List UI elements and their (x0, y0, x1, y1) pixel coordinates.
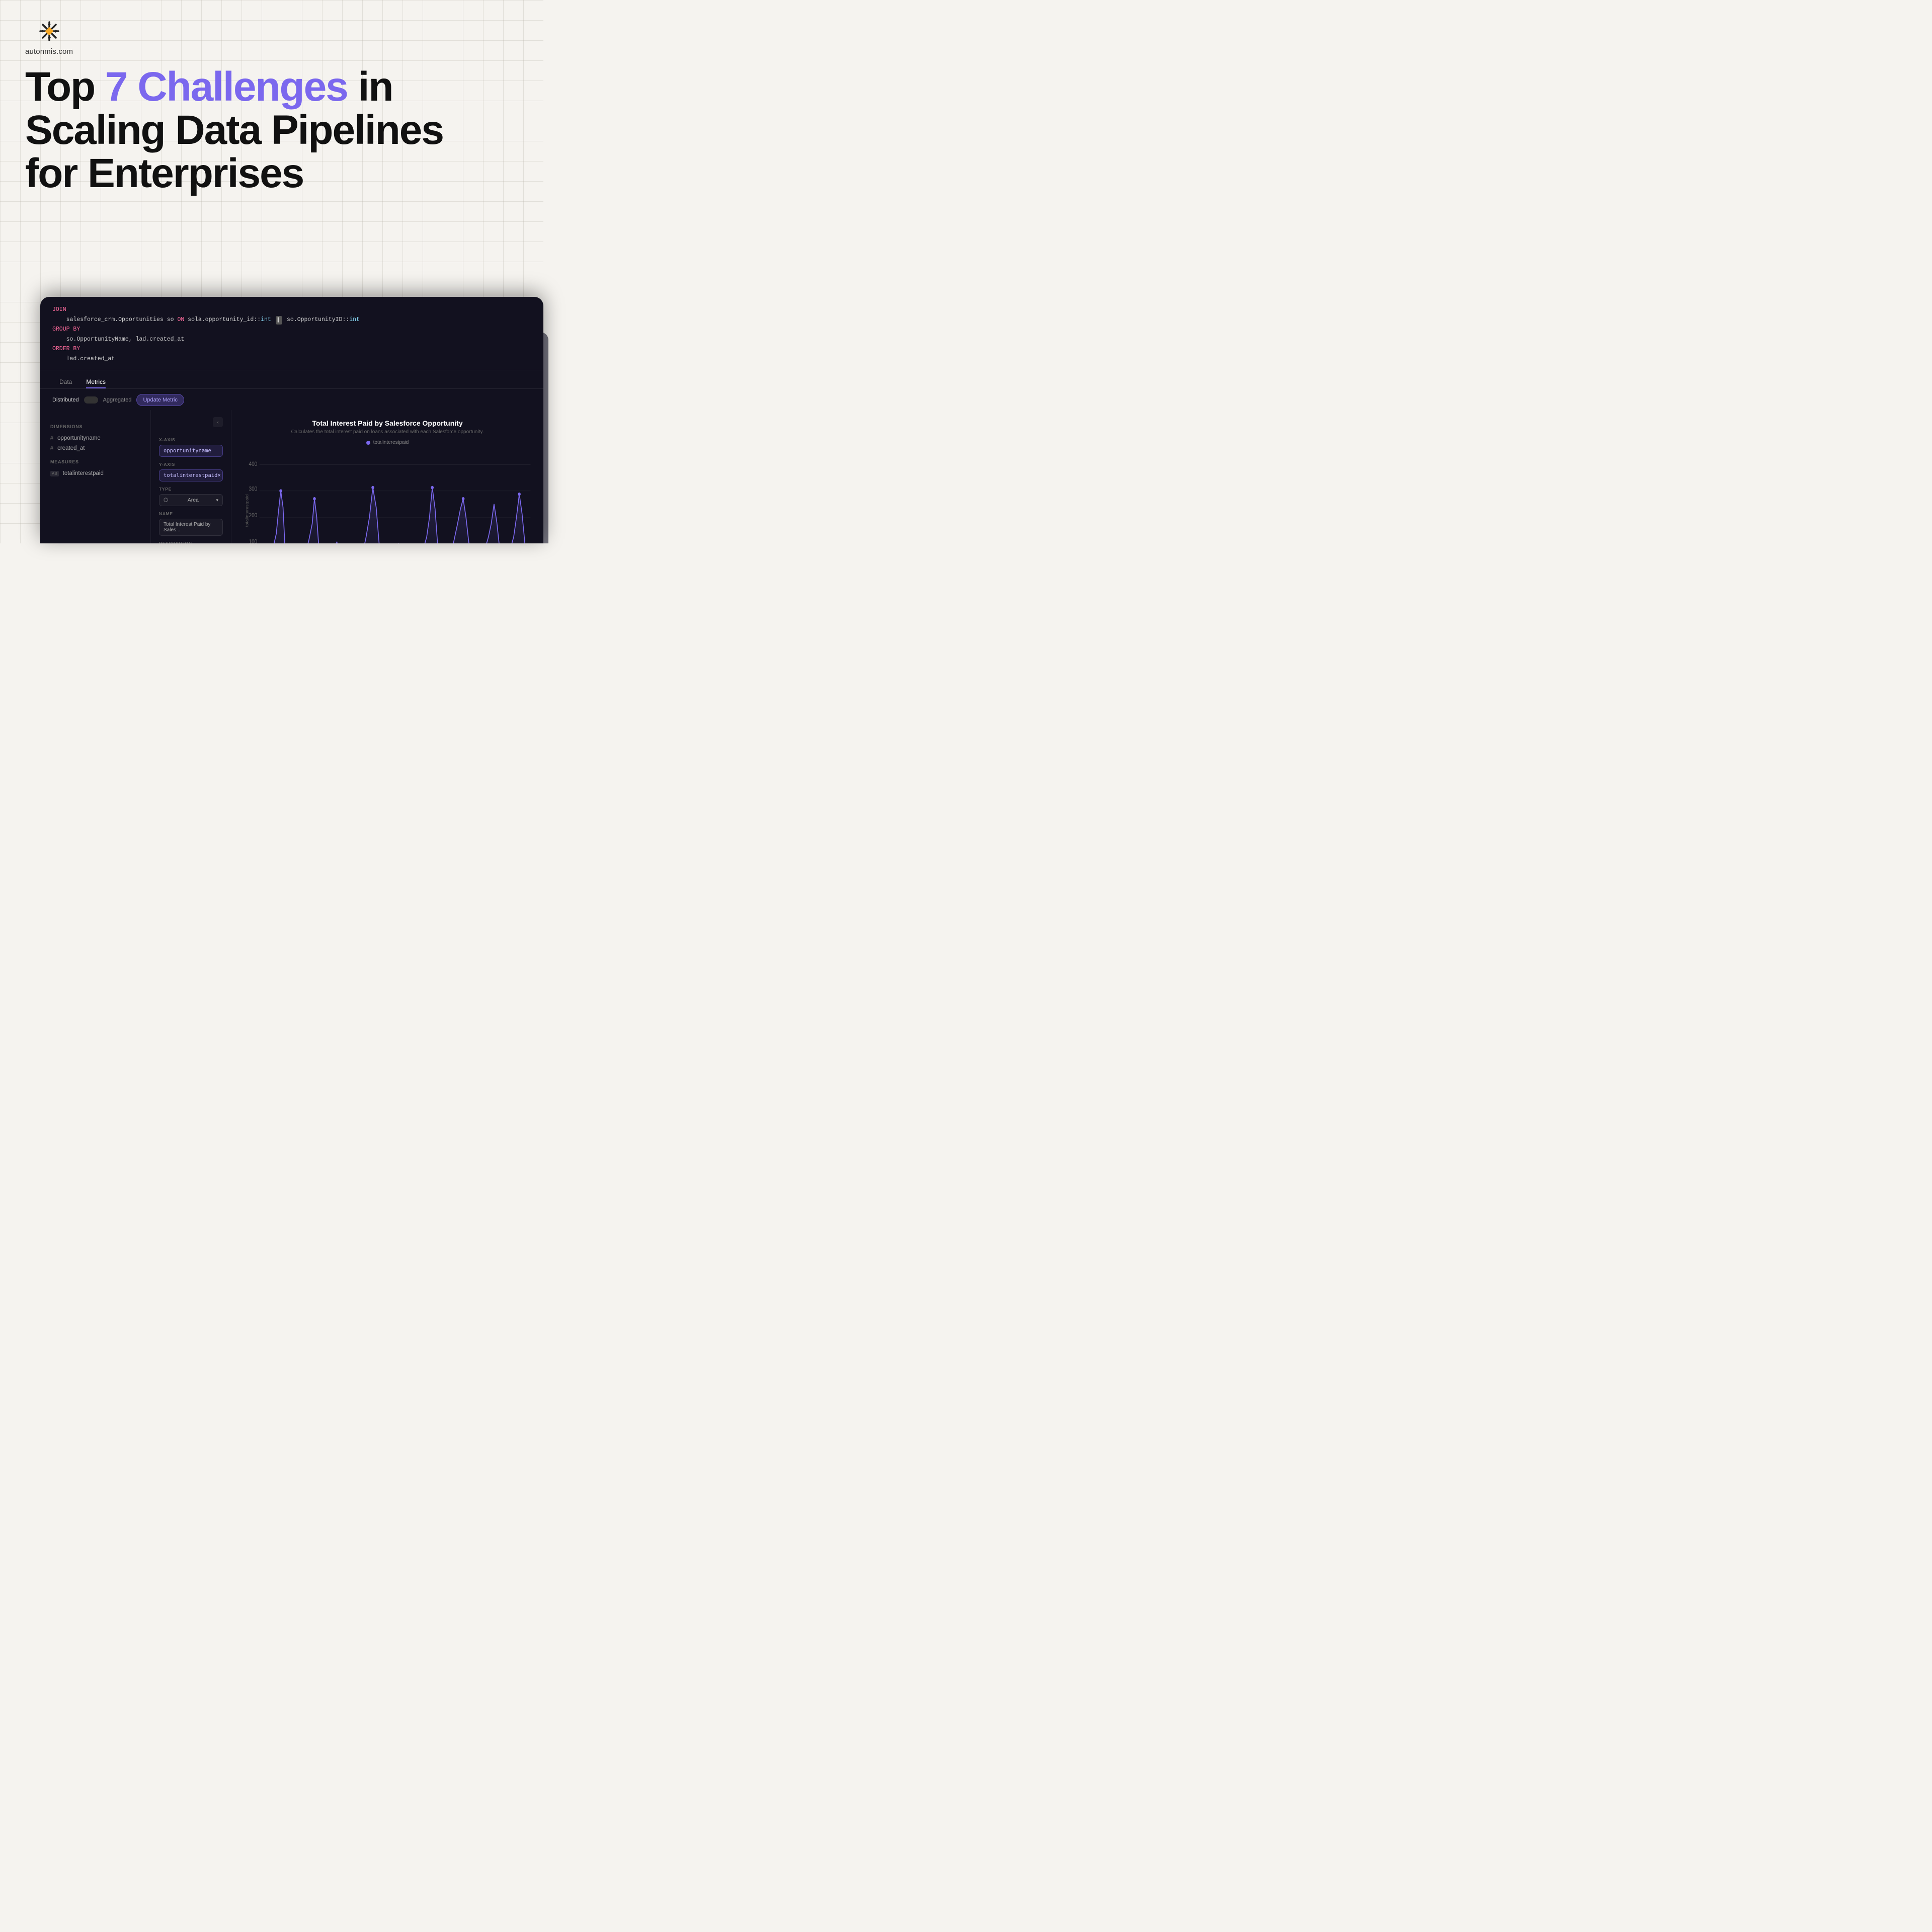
headline-prefix: Top (25, 64, 105, 110)
dimension-opportunityname-label: opportunityname (57, 435, 101, 441)
chart-legend: totalinterestpaid (242, 440, 533, 445)
headline-text: Top 7 Challenges in Scaling Data Pipelin… (25, 65, 518, 195)
svg-text:400: 400 (249, 461, 257, 467)
chart-dot (518, 493, 521, 496)
tab-metrics[interactable]: Metrics (79, 375, 113, 388)
logo-area: autonmis.com (25, 18, 73, 56)
code-groupby-keyword: GROUP BY (52, 326, 80, 333)
chart-dot (371, 486, 374, 490)
name-label: NAME (159, 511, 223, 516)
y-axis-input[interactable]: totalinterestpaid × (159, 469, 223, 481)
left-sidebar: DIMENSIONS # opportunityname # created_a… (40, 410, 151, 543)
measure-totalinterestpaid-label: totalinterestpaid (63, 470, 104, 476)
chart-title: Total Interest Paid by Salesforce Opport… (242, 419, 533, 427)
code-orderby-keyword: ORDER BY (52, 346, 80, 352)
content-layout: DIMENSIONS # opportunityname # created_a… (40, 410, 543, 543)
type-label: TYPE (159, 487, 223, 492)
description-label: DESCRIPTION (159, 541, 223, 543)
code-join-table: salesforce_crm.Opportunities so (66, 316, 178, 323)
code-orderby-field: lad.created_at (66, 356, 115, 362)
tab-data[interactable]: Data (52, 375, 79, 388)
dimension-hash-icon-2: # (50, 445, 53, 451)
measure-totalinterestpaid[interactable]: AB totalinterestpaid (50, 468, 140, 478)
aggregated-label: Aggregated (103, 397, 132, 403)
name-input[interactable]: Total Interest Paid by Sales... (159, 519, 223, 536)
chart-dot (462, 497, 465, 501)
dimension-createdat-label: created_at (57, 445, 85, 451)
y-axis-label: Y-AXIS (159, 462, 223, 467)
code-section: JOIN salesforce_crm.Opportunities so ON … (40, 297, 543, 370)
svg-text:100: 100 (249, 539, 257, 543)
svg-text:200: 200 (249, 513, 257, 519)
code-on-keyword: ON (177, 316, 184, 323)
distributed-aggregated-toggle[interactable] (84, 396, 98, 404)
chart-container: 400 300 200 100 0 totalinterestpaid (242, 451, 533, 543)
x-axis-input[interactable]: opportunityname (159, 445, 223, 457)
type-dropdown-chevron: ▾ (216, 498, 218, 503)
autonmis-logo-icon (36, 18, 62, 44)
measure-ab-icon: AB (50, 471, 59, 476)
headline-in: in (348, 64, 393, 110)
type-value: Area (188, 497, 199, 503)
tab-bar: Data Metrics (40, 370, 543, 389)
chart-area: Total Interest Paid by Salesforce Opport… (231, 410, 543, 543)
svg-text:300: 300 (249, 486, 257, 493)
legend-dot (366, 441, 370, 445)
headline-line3: for Enterprises (25, 150, 303, 196)
chart-svg: 400 300 200 100 0 totalinterestpaid (242, 451, 533, 543)
x-axis-label: X-AXIS (159, 437, 223, 442)
code-groupby-fields: so.OpportunityName, lad.created_at (66, 336, 185, 343)
type-select[interactable]: ⬡ Area ▾ (159, 494, 223, 506)
metrics-controls: Distributed Aggregated Update Metric (40, 389, 543, 410)
y-axis-clear-button[interactable]: × (217, 472, 220, 478)
update-metric-button[interactable]: Update Metric (136, 394, 184, 406)
chart-dot (431, 486, 434, 490)
config-panel: ‹ X-AXIS opportunityname Y-AXIS totalint… (151, 410, 231, 543)
code-join-keyword: JOIN (52, 306, 66, 313)
dimension-opportunityname[interactable]: # opportunityname (50, 433, 140, 443)
svg-text:totalinterestpaid: totalinterestpaid (245, 495, 249, 527)
headline-line2: Scaling Data Pipelines (25, 107, 443, 153)
legend-label: totalinterestpaid (373, 440, 409, 445)
measures-label: MEASURES (50, 459, 140, 464)
dimension-hash-icon-1: # (50, 435, 53, 441)
main-panel: JOIN salesforce_crm.Opportunities so ON … (40, 297, 543, 543)
dimensions-label: DIMENSIONS (50, 424, 140, 429)
chart-dot (279, 490, 282, 493)
area-chart-icon: ⬡ (164, 497, 168, 503)
chart-dot (313, 497, 316, 501)
code-join-condition: sola.opportunity_id::int ▌ so.Opportunit… (184, 316, 360, 323)
logo-text: autonmis.com (25, 47, 73, 56)
distributed-label: Distributed (52, 397, 79, 403)
collapse-button[interactable]: ‹ (213, 417, 223, 427)
headline-highlight: 7 Challenges (105, 64, 348, 110)
headline-block: Top 7 Challenges in Scaling Data Pipelin… (25, 65, 518, 195)
dimension-created-at[interactable]: # created_at (50, 443, 140, 453)
chart-subtitle: Calculates the total interest paid on lo… (242, 429, 533, 435)
